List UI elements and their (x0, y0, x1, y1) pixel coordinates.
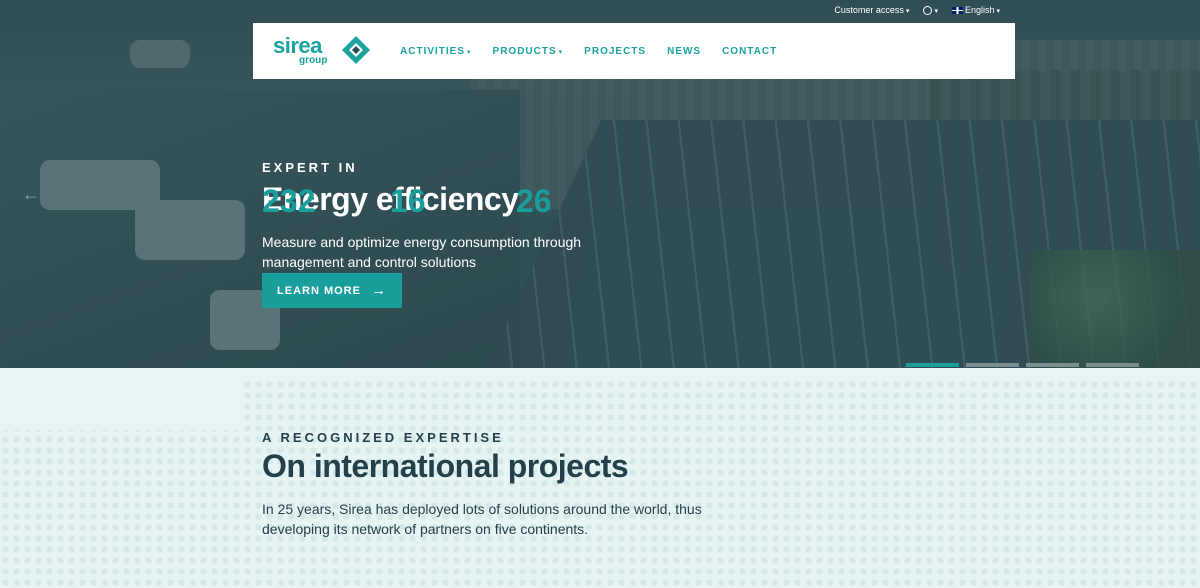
chevron-down-icon: ▾ (996, 8, 1000, 16)
hero-description: Measure and optimize energy consumption … (262, 234, 582, 270)
expertise-content: A RECOGNIZED EXPERTISE On international … (262, 430, 782, 539)
customer-access-menu[interactable]: Customer access ▾ (834, 5, 909, 15)
nav-item-projects[interactable]: PROJECTS (584, 46, 646, 57)
arrow-right-icon: → (370, 282, 387, 299)
nav-item-activities[interactable]: ACTIVITIES ▾ (400, 46, 472, 57)
nav-item-contact[interactable]: CONTACT (722, 46, 777, 57)
slider-pagination (906, 363, 1139, 367)
language-selector[interactable]: English ▾ (951, 5, 1000, 16)
stat-value: 232 (262, 183, 316, 219)
expertise-title: On international projects (262, 448, 629, 484)
stat-value: 16 (390, 183, 426, 219)
customer-access-label: Customer access (834, 5, 904, 16)
nav-item-products[interactable]: PRODUCTS ▾ (493, 46, 564, 57)
hero-kicker: EXPERT IN (262, 160, 358, 175)
arrow-left-icon[interactable]: ← (22, 185, 40, 203)
chevron-down-icon: ▾ (467, 48, 472, 56)
nav-item-label: NEWS (667, 45, 702, 57)
expertise-description: In 25 years, Sirea has deployed lots of … (262, 501, 702, 537)
chevron-down-icon: ▾ (905, 8, 910, 16)
region-selector[interactable]: ▾ (923, 5, 938, 16)
map-mask (0, 380, 240, 430)
globe-icon (923, 6, 933, 16)
sirea-logo[interactable]: sirea group (271, 23, 381, 79)
nav-menu: ACTIVITIES ▾ PRODUCTS ▾ PROJECTS NEWS CONT… (400, 46, 777, 57)
slider-dot-4[interactable] (1086, 363, 1139, 367)
slider-dot-3[interactable] (1026, 363, 1079, 367)
learn-more-button[interactable]: LEARN MORE → (262, 273, 402, 308)
stats-row: 232 16 26 (262, 183, 552, 220)
main-navbar: sirea group ACTIVITIES ▾ PRODUCTS ▾ PROJEC… (253, 23, 1015, 79)
nav-item-label: PROJECTS (584, 45, 647, 57)
map-mask (0, 368, 1200, 380)
expertise-section: A RECOGNIZED EXPERTISE On international … (0, 368, 1200, 588)
top-utility-bar: Customer access ▾ ▾ English ▾ (834, 5, 1000, 16)
uk-flag-icon (951, 7, 963, 15)
slider-dot-2[interactable] (966, 363, 1019, 367)
logo-diamond-icon (342, 36, 370, 64)
expertise-kicker: A RECOGNIZED EXPERTISE (262, 430, 504, 445)
slider-dot-1[interactable] (906, 363, 959, 367)
chevron-down-icon: ▾ (934, 8, 938, 15)
chevron-down-icon: ▾ (558, 48, 564, 56)
nav-item-label: PRODUCTS (492, 45, 557, 57)
language-label: English (964, 5, 995, 16)
logo-subtext: group (299, 55, 328, 66)
nav-item-label: ACTIVITIES (400, 45, 466, 57)
learn-more-label: LEARN MORE (277, 284, 361, 297)
stat-value: 26 (516, 183, 552, 219)
nav-item-news[interactable]: NEWS (667, 46, 701, 57)
nav-item-label: CONTACT (722, 45, 778, 57)
